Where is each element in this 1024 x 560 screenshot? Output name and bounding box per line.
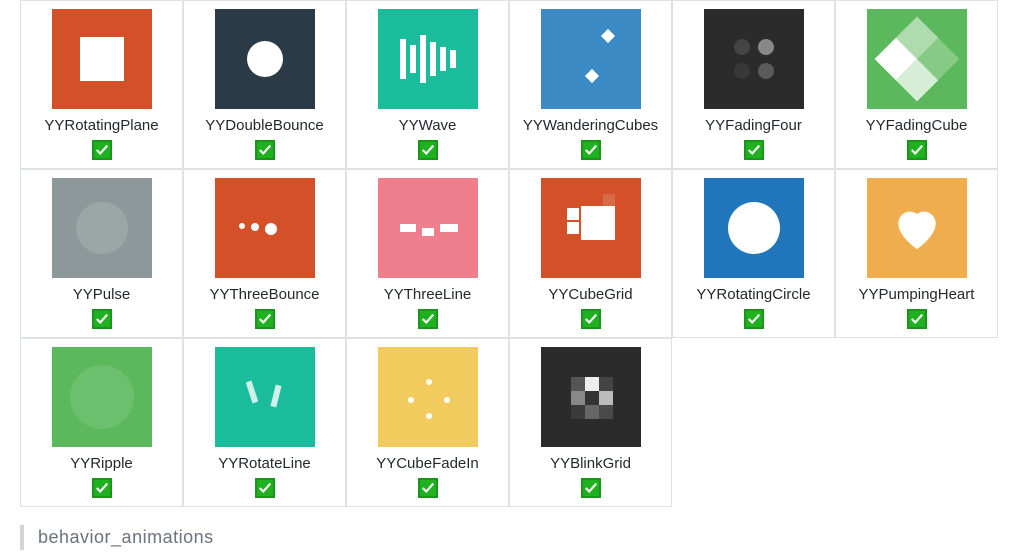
checked-icon — [92, 309, 112, 329]
anim-card-three-bounce[interactable]: YYThreeBounce — [183, 169, 346, 338]
anim-card-pumping-heart[interactable]: YYPumpingHeart — [835, 169, 998, 338]
anim-thumb-cube-grid — [541, 178, 641, 278]
anim-thumb-rotating-plane — [52, 9, 152, 109]
anim-card-rotating-circle[interactable]: YYRotatingCircle — [672, 169, 835, 338]
anim-label: YYFadingFour — [705, 117, 802, 134]
anim-thumb-ripple — [52, 347, 152, 447]
anim-card-rotate-line[interactable]: YYRotateLine — [183, 338, 346, 507]
anim-thumb-pulse — [52, 178, 152, 278]
anim-label: YYRipple — [70, 455, 133, 472]
anim-card-wave[interactable]: YYWave — [346, 0, 509, 169]
anim-label: YYBlinkGrid — [550, 455, 631, 472]
checked-icon — [92, 478, 112, 498]
anim-card-double-bounce[interactable]: YYDoubleBounce — [183, 0, 346, 169]
animations-grid: YYRotatingPlane YYDoubleBounce YYWave YY… — [20, 0, 1004, 507]
anim-label: YYCubeGrid — [548, 286, 632, 303]
anim-label: YYDoubleBounce — [205, 117, 323, 134]
checked-icon — [255, 309, 275, 329]
checked-icon — [418, 309, 438, 329]
anim-thumb-three-line — [378, 178, 478, 278]
anim-card-fading-four[interactable]: YYFadingFour — [672, 0, 835, 169]
anim-thumb-wave — [378, 9, 478, 109]
checked-icon — [744, 309, 764, 329]
anim-label: YYRotatingCircle — [696, 286, 810, 303]
checked-icon — [418, 478, 438, 498]
checked-icon — [581, 309, 601, 329]
checked-icon — [907, 309, 927, 329]
anim-card-blink-grid[interactable]: YYBlinkGrid — [509, 338, 672, 507]
checked-icon — [907, 140, 927, 160]
section-heading: behavior_animations — [20, 525, 1004, 550]
checked-icon — [581, 478, 601, 498]
anim-thumb-blink-grid — [541, 347, 641, 447]
anim-thumb-double-bounce — [215, 9, 315, 109]
anim-thumb-wandering-cubes — [541, 9, 641, 109]
anim-card-pulse[interactable]: YYPulse — [20, 169, 183, 338]
anim-label: YYThreeBounce — [209, 286, 319, 303]
anim-card-cube-grid[interactable]: YYCubeGrid — [509, 169, 672, 338]
anim-thumb-rotating-circle — [704, 178, 804, 278]
anim-thumb-three-bounce — [215, 178, 315, 278]
checked-icon — [255, 140, 275, 160]
anim-label: YYRotateLine — [218, 455, 311, 472]
anim-thumb-cube-fade-in — [378, 347, 478, 447]
checked-icon — [92, 140, 112, 160]
anim-thumb-rotate-line — [215, 347, 315, 447]
anim-label: YYWave — [399, 117, 457, 134]
anim-card-cube-fade-in[interactable]: YYCubeFadeIn — [346, 338, 509, 507]
anim-label: YYCubeFadeIn — [376, 455, 479, 472]
anim-thumb-fading-four — [704, 9, 804, 109]
checked-icon — [255, 478, 275, 498]
anim-label: YYPumpingHeart — [859, 286, 975, 303]
anim-thumb-fading-cube — [867, 9, 967, 109]
empty-cell — [672, 338, 835, 507]
checked-icon — [418, 140, 438, 160]
anim-label: YYWanderingCubes — [523, 117, 658, 134]
checked-icon — [744, 140, 764, 160]
anim-thumb-pumping-heart — [867, 178, 967, 278]
anim-label: YYThreeLine — [384, 286, 472, 303]
heart-icon — [867, 178, 967, 278]
anim-card-fading-cube[interactable]: YYFadingCube — [835, 0, 998, 169]
anim-card-wandering-cubes[interactable]: YYWanderingCubes — [509, 0, 672, 169]
anim-card-rotating-plane[interactable]: YYRotatingPlane — [20, 0, 183, 169]
empty-cell — [835, 338, 998, 507]
anim-label: YYRotatingPlane — [44, 117, 158, 134]
checked-icon — [581, 140, 601, 160]
anim-card-three-line[interactable]: YYThreeLine — [346, 169, 509, 338]
anim-card-ripple[interactable]: YYRipple — [20, 338, 183, 507]
anim-label: YYPulse — [73, 286, 131, 303]
